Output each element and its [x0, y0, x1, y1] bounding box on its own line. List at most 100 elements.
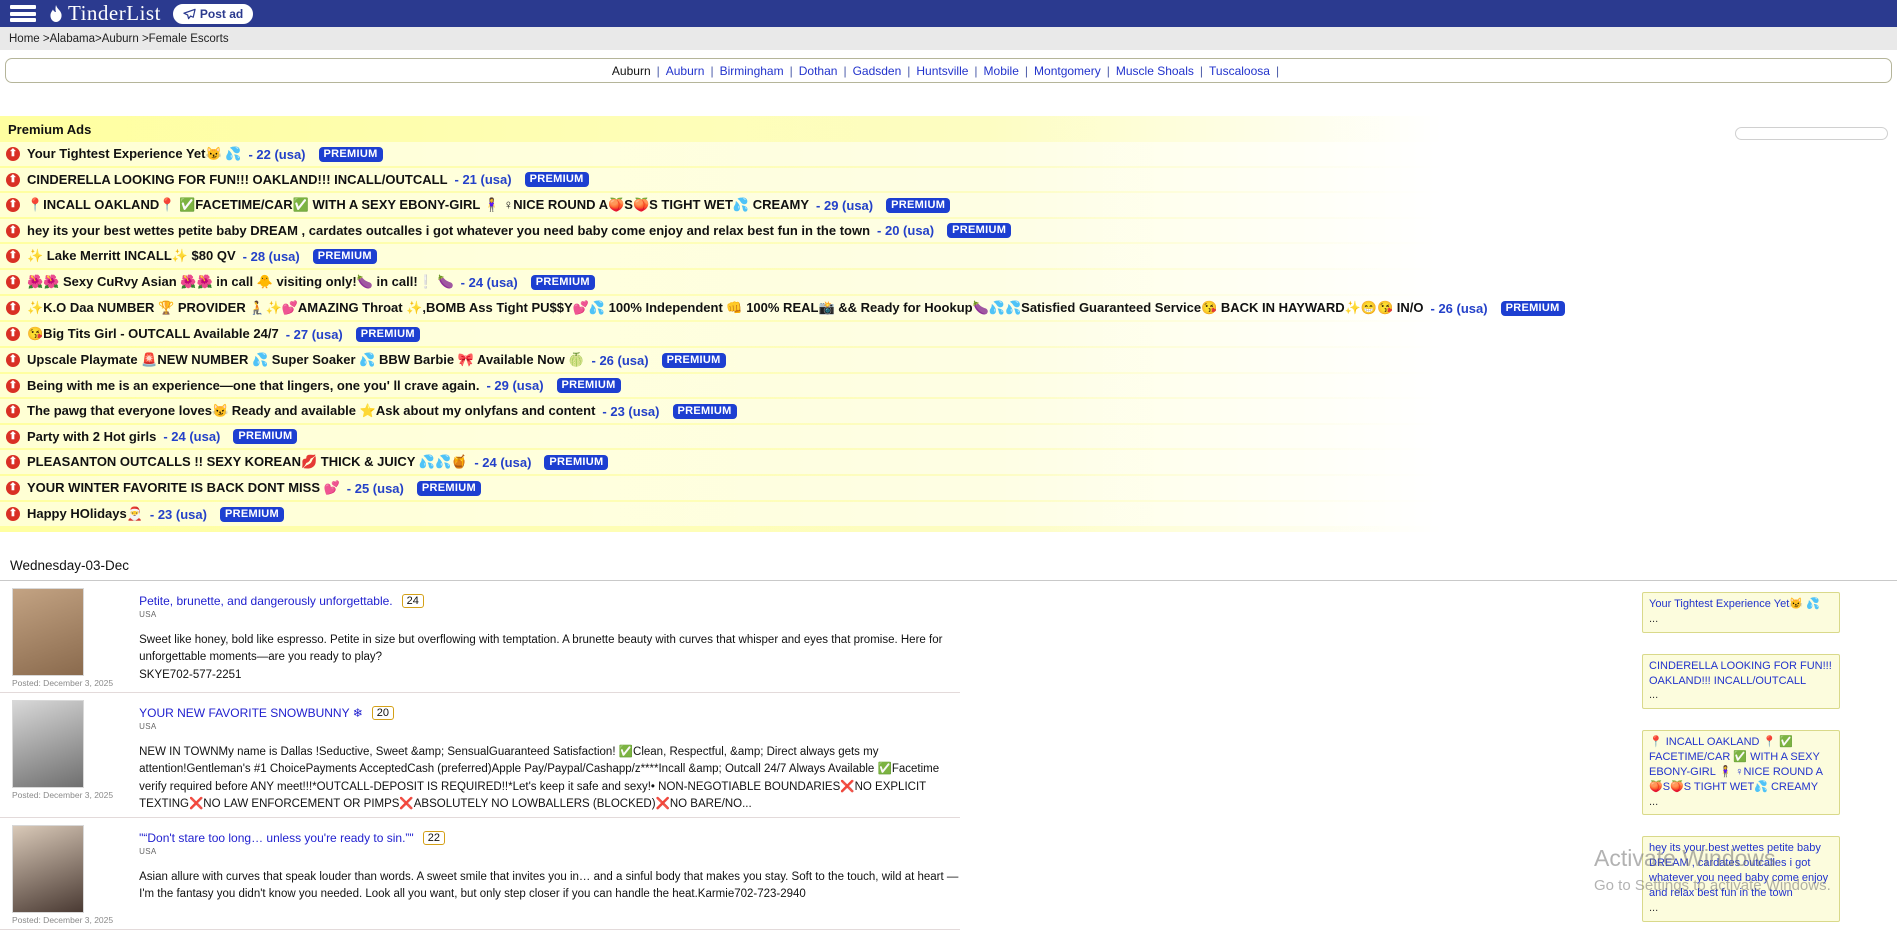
sidebar-ad-box[interactable]: 📍 INCALL OAKLAND 📍 ✅ FACETIME/CAR ✅ WITH…	[1642, 730, 1840, 815]
premium-ad-title[interactable]: Party with 2 Hot girls	[27, 429, 156, 444]
premium-ad-title[interactable]: Happy HOlidays🎅	[27, 506, 143, 522]
premium-sidebar: Your Tightest Experience Yet😼 💦 ... CIND…	[1642, 592, 1840, 932]
sidebar-ad-box[interactable]: Your Tightest Experience Yet😼 💦 ...	[1642, 592, 1840, 633]
listing-age-badge: 20	[372, 706, 394, 720]
city-link[interactable]: Huntsville	[916, 64, 968, 78]
up-arrow-icon: ⬆	[6, 147, 20, 161]
premium-ad-age-region: - 26 (usa)	[592, 353, 649, 368]
premium-ad-title[interactable]: 😘Big Tits Girl - OUTCALL Available 24/7	[27, 326, 279, 342]
premium-ad-age-region: - 24 (usa)	[163, 429, 220, 444]
premium-badge: PREMIUM	[544, 455, 608, 470]
premium-ad-title[interactable]: Your Tightest Experience Yet😼 💦	[27, 146, 241, 162]
listing-row: Posted: December 3, 2025 YOUR NEW FAVORI…	[0, 693, 960, 818]
listing-row: Posted: December 3, 2025 Petite, brunett…	[0, 581, 960, 693]
listing-text-column: YOUR NEW FAVORITE SNOWBUNNY ❄ 20 USA NEW…	[139, 700, 960, 813]
premium-badge: PREMIUM	[525, 172, 589, 187]
premium-ad-title[interactable]: CINDERELLA LOOKING FOR FUN!!! OAKLAND!!!…	[27, 172, 448, 187]
listing-posted-date: Posted: December 3, 2025	[12, 678, 113, 688]
up-arrow-icon: ⬆	[6, 275, 20, 289]
up-arrow-icon: ⬆	[6, 327, 20, 341]
premium-ad-title[interactable]: ✨K.O Daa NUMBER 🏆 PROVIDER 🧎✨💕AMAZING Th…	[27, 300, 1424, 316]
premium-ad-title[interactable]: YOUR WINTER FAVORITE IS BACK DONT MISS 💕	[27, 480, 340, 496]
premium-ad-title[interactable]: ✨ Lake Merritt INCALL✨ $80 QV	[27, 248, 236, 264]
listing-title-link[interactable]: "“Don't stare too long… unless you're re…	[139, 831, 414, 845]
listing-description: Sweet like honey, bold like espresso. Pe…	[139, 632, 960, 684]
premium-ad-row[interactable]: ⬆ ✨K.O Daa NUMBER 🏆 PROVIDER 🧎✨💕AMAZING …	[0, 296, 1897, 320]
premium-ad-row[interactable]: ⬆ YOUR WINTER FAVORITE IS BACK DONT MISS…	[0, 476, 1897, 500]
listing-thumbnail[interactable]	[12, 700, 84, 788]
city-nav-box: Auburn|Auburn|Birmingham|Dothan|Gadsden|…	[5, 58, 1892, 83]
premium-ad-row[interactable]: ⬆ ✨ Lake Merritt INCALL✨ $80 QV - 28 (us…	[0, 244, 1897, 268]
listing-title-link[interactable]: YOUR NEW FAVORITE SNOWBUNNY ❄	[139, 706, 363, 720]
sidebar-ad-box[interactable]: CINDERELLA LOOKING FOR FUN!!! OAKLAND!!!…	[1642, 654, 1840, 710]
premium-ad-title[interactable]: hey its your best wettes petite baby DRE…	[27, 223, 870, 238]
city-link[interactable]: Tuscaloosa	[1209, 64, 1270, 78]
city-separator: |	[1194, 64, 1209, 78]
sidebar-ad-title[interactable]: Your Tightest Experience Yet😼 💦	[1649, 597, 1833, 612]
premium-ad-title[interactable]: Upscale Playmate 🚨NEW NUMBER 💦 Super Soa…	[27, 352, 585, 368]
listing-thumbnail[interactable]	[12, 825, 84, 913]
city-link[interactable]: Auburn	[666, 64, 705, 78]
city-link[interactable]: Gadsden	[853, 64, 902, 78]
up-arrow-icon: ⬆	[6, 481, 20, 495]
premium-ad-row[interactable]: ⬆ CINDERELLA LOOKING FOR FUN!!! OAKLAND!…	[0, 168, 1897, 191]
premium-ad-age-region: - 24 (usa)	[461, 275, 518, 290]
listing-row: Posted: December 3, 2025 "“Don't stare t…	[0, 818, 960, 930]
city-link[interactable]: Mobile	[984, 64, 1019, 78]
breadcrumb: Home >Alabama>Auburn >Female Escorts	[0, 27, 1897, 50]
premium-badge: PREMIUM	[1501, 301, 1565, 316]
premium-ad-age-region: - 21 (usa)	[455, 172, 512, 187]
city-current: Auburn	[612, 64, 651, 78]
premium-ad-row[interactable]: ⬆ hey its your best wettes petite baby D…	[0, 219, 1897, 242]
city-link[interactable]: Montgomery	[1034, 64, 1101, 78]
city-separator: |	[784, 64, 799, 78]
premium-badge: PREMIUM	[673, 404, 737, 419]
brand-logo[interactable]: TinderList	[48, 1, 161, 26]
premium-ad-row[interactable]: ⬆ PLEASANTON OUTCALLS !! SEXY KOREAN💋 TH…	[0, 450, 1897, 474]
premium-ad-row[interactable]: ⬆ Happy HOlidays🎅 - 23 (usa) PREMIUM	[0, 502, 1897, 526]
premium-ad-row[interactable]: ⬆ 📍INCALL OAKLAND📍 ✅FACETIME/CAR✅ WITH A…	[0, 193, 1897, 217]
up-arrow-icon: ⬆	[6, 430, 20, 444]
premium-ad-age-region: - 20 (usa)	[877, 223, 934, 238]
listing-left-column: Posted: December 3, 2025	[12, 588, 113, 688]
premium-ad-title[interactable]: The pawg that everyone loves😼 Ready and …	[27, 403, 595, 419]
sidebar-ad-title[interactable]: hey its your best wettes petite baby DRE…	[1649, 841, 1833, 900]
up-arrow-icon: ⬆	[6, 353, 20, 367]
premium-ad-age-region: - 22 (usa)	[248, 147, 305, 162]
premium-ad-row[interactable]: ⬆ Party with 2 Hot girls - 24 (usa) PREM…	[0, 425, 1897, 448]
listing-country: USA	[139, 722, 960, 731]
premium-ad-row[interactable]: ⬆ Being with me is an experience—one tha…	[0, 374, 1897, 397]
premium-ad-age-region: - 28 (usa)	[243, 249, 300, 264]
ad-placeholder	[1735, 127, 1888, 140]
premium-ad-row[interactable]: ⬆ Upscale Playmate 🚨NEW NUMBER 💦 Super S…	[0, 348, 1897, 372]
premium-badge: PREMIUM	[417, 481, 481, 496]
premium-ad-row[interactable]: ⬆ 🌺🌺 Sexy CuRvy Asian 🌺🌺 in call 🐥 visit…	[0, 270, 1897, 294]
premium-badge: PREMIUM	[356, 327, 420, 342]
page: TinderList Post ad Home >Alabama>Auburn …	[0, 0, 1897, 932]
city-link[interactable]: Muscle Shoals	[1116, 64, 1194, 78]
premium-ad-row[interactable]: ⬆ 😘Big Tits Girl - OUTCALL Available 24/…	[0, 322, 1897, 346]
listing-thumbnail[interactable]	[12, 588, 84, 676]
listing-age-badge: 22	[423, 831, 445, 845]
up-arrow-icon: ⬆	[6, 198, 20, 212]
listing-text-column: Petite, brunette, and dangerously unforg…	[139, 588, 960, 688]
city-link[interactable]: Birmingham	[720, 64, 784, 78]
listing-left-column: Posted: December 3, 2025	[12, 700, 113, 813]
premium-ad-title[interactable]: 🌺🌺 Sexy CuRvy Asian 🌺🌺 in call 🐥 visitin…	[27, 274, 454, 290]
city-separator: |	[704, 64, 719, 78]
hamburger-menu-icon[interactable]	[10, 5, 36, 22]
city-link[interactable]: Dothan	[799, 64, 838, 78]
premium-ad-title[interactable]: 📍INCALL OAKLAND📍 ✅FACETIME/CAR✅ WITH A S…	[27, 197, 809, 213]
premium-ad-row[interactable]: ⬆ The pawg that everyone loves😼 Ready an…	[0, 399, 1897, 423]
listing-title-link[interactable]: Petite, brunette, and dangerously unforg…	[139, 594, 393, 608]
premium-ad-title[interactable]: Being with me is an experience—one that …	[27, 378, 479, 393]
sidebar-ad-box[interactable]: hey its your best wettes petite baby DRE…	[1642, 836, 1840, 921]
listing-left-column: Posted: December 3, 2025	[12, 825, 113, 925]
premium-badge: PREMIUM	[220, 507, 284, 522]
post-ad-button[interactable]: Post ad	[173, 4, 253, 24]
sidebar-ad-title[interactable]: 📍 INCALL OAKLAND 📍 ✅ FACETIME/CAR ✅ WITH…	[1649, 735, 1833, 794]
premium-ad-title[interactable]: PLEASANTON OUTCALLS !! SEXY KOREAN💋 THIC…	[27, 454, 467, 470]
premium-ad-row[interactable]: ⬆ Your Tightest Experience Yet😼 💦 - 22 (…	[0, 142, 1897, 166]
premium-badge: PREMIUM	[319, 147, 383, 162]
sidebar-ad-title[interactable]: CINDERELLA LOOKING FOR FUN!!! OAKLAND!!!…	[1649, 659, 1833, 689]
